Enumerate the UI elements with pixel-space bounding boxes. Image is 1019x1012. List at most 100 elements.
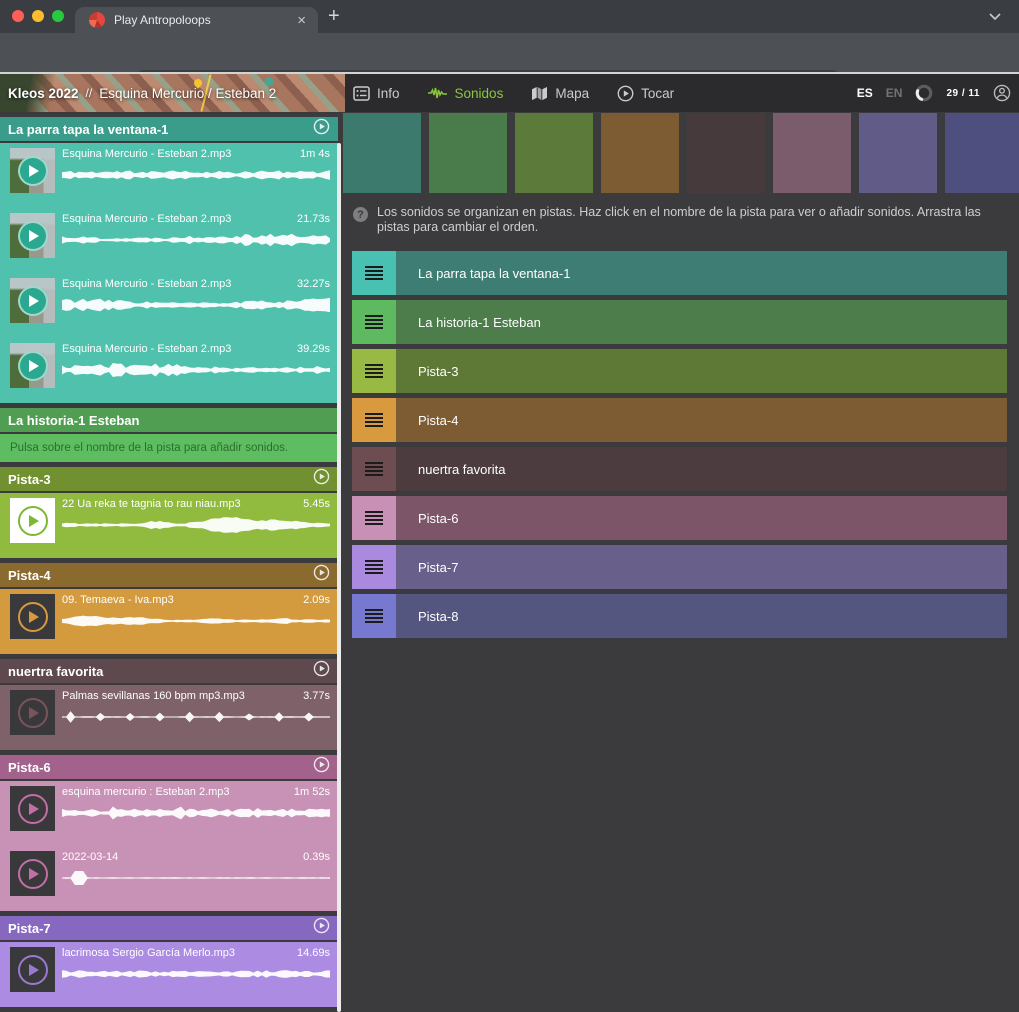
clip-play-button[interactable]	[10, 213, 55, 258]
drag-handle[interactable]	[352, 251, 396, 295]
clip-thumbnail	[10, 851, 55, 896]
clip-play-button[interactable]	[10, 148, 55, 193]
clip-play-button[interactable]	[10, 786, 55, 831]
breadcrumb-project[interactable]: Kleos 2022	[8, 86, 79, 101]
track-row-body[interactable]: Pista-6	[396, 496, 1007, 540]
drag-handle-icon	[365, 266, 383, 280]
waveform	[62, 295, 330, 315]
clip-play-button[interactable]	[10, 343, 55, 388]
audio-clip[interactable]: esquina mercurio : Esteban 2.mp31m 52s	[0, 781, 338, 846]
drag-handle[interactable]	[352, 496, 396, 540]
tab-info[interactable]: Info	[353, 86, 400, 101]
drag-handle-icon	[365, 315, 383, 329]
clip-play-button[interactable]	[10, 690, 55, 735]
audio-clip[interactable]: Esquina Mercurio - Esteban 2.mp321.73s	[0, 208, 338, 273]
play-circle-icon	[18, 351, 48, 381]
track-play-button[interactable]	[313, 118, 330, 140]
audio-clip[interactable]: 22 Ua reka te tagnia to rau niau.mp35.45…	[0, 493, 338, 558]
track-row-body[interactable]: Pista-8	[396, 594, 1007, 638]
project-cover-photo[interactable]: Kleos 2022 // Esquina Mercurio / Esteban…	[0, 74, 345, 112]
tab-close-icon[interactable]: ×	[295, 13, 308, 28]
drag-handle[interactable]	[352, 447, 396, 491]
track-header[interactable]: La historia-1 Esteban	[0, 408, 338, 432]
drag-handle[interactable]	[352, 349, 396, 393]
browser-tab[interactable]: Play Antropoloops ×	[75, 7, 318, 33]
track-row[interactable]: Pista-6	[352, 496, 1007, 540]
clip-duration: 21.73s	[297, 213, 330, 225]
clip-play-button[interactable]	[10, 498, 55, 543]
clip-header: Esquina Mercurio - Esteban 2.mp332.27s	[62, 278, 330, 290]
drag-handle-icon	[365, 609, 383, 623]
audio-clip[interactable]: 09. Temaeva - Iva.mp32.09s	[0, 589, 338, 654]
language-en[interactable]: EN	[886, 86, 903, 100]
sidebar-scrollbar[interactable]	[337, 143, 341, 1012]
breadcrumb-separator: //	[86, 86, 93, 100]
clip-header: 09. Temaeva - Iva.mp32.09s	[62, 594, 330, 606]
clip-thumbnail	[10, 786, 55, 831]
drag-handle[interactable]	[352, 594, 396, 638]
track-header[interactable]: Pista-3	[0, 467, 338, 491]
audio-clip[interactable]: 2022-03-140.39s	[0, 846, 338, 911]
clip-title: esquina mercurio : Esteban 2.mp3	[62, 786, 230, 798]
track-play-icon	[313, 564, 330, 581]
minimize-window-button[interactable]	[32, 10, 44, 22]
track-row-body[interactable]: La historia-1 Esteban	[396, 300, 1007, 344]
track-row[interactable]: Pista-3	[352, 349, 1007, 393]
audio-clip[interactable]: Esquina Mercurio - Esteban 2.mp339.29s	[0, 338, 338, 403]
audio-clip[interactable]: Palmas sevillanas 160 bpm mp3.mp33.77s	[0, 685, 338, 750]
track-row[interactable]: Pista-8	[352, 594, 1007, 638]
track-header[interactable]: Pista-7	[0, 916, 338, 940]
track-row[interactable]: Pista-7	[352, 545, 1007, 589]
track-play-button[interactable]	[313, 917, 330, 939]
track-row-body[interactable]: nuertra favorita	[396, 447, 1007, 491]
track-row-body[interactable]: La parra tapa la ventana-1	[396, 251, 1007, 295]
track-row[interactable]: La historia-1 Esteban	[352, 300, 1007, 344]
play-triangle-icon	[29, 295, 39, 307]
clip-play-button[interactable]	[10, 851, 55, 896]
track-header[interactable]: Pista-4	[0, 563, 338, 587]
drag-handle[interactable]	[352, 300, 396, 344]
audio-clip[interactable]: Esquina Mercurio - Esteban 2.mp332.27s	[0, 273, 338, 338]
clip-play-button[interactable]	[10, 947, 55, 992]
track-play-button[interactable]	[313, 756, 330, 778]
audio-clip[interactable]: lacrimosa Sergio García Merlo.mp314.69s	[0, 942, 338, 1007]
track-row-body[interactable]: Pista-3	[396, 349, 1007, 393]
close-window-button[interactable]	[12, 10, 24, 22]
clip-header: Esquina Mercurio - Esteban 2.mp31m 4s	[62, 148, 330, 160]
sidebar-track-section: La parra tapa la ventana-1 Esquina Mercur…	[0, 117, 338, 403]
track-row[interactable]: nuertra favorita	[352, 447, 1007, 491]
fullscreen-window-button[interactable]	[52, 10, 64, 22]
track-row-body[interactable]: Pista-7	[396, 545, 1007, 589]
track-header[interactable]: nuertra favorita	[0, 659, 338, 683]
clip-header: esquina mercurio : Esteban 2.mp31m 52s	[62, 786, 330, 798]
track-header[interactable]: La parra tapa la ventana-1	[0, 117, 338, 141]
clip-list: Palmas sevillanas 160 bpm mp3.mp33.77s	[0, 685, 338, 750]
track-name: La historia-1 Esteban	[8, 413, 330, 428]
track-play-button[interactable]	[313, 564, 330, 586]
track-row-body[interactable]: Pista-4	[396, 398, 1007, 442]
header-right-controls: ES EN 29 / 11	[857, 74, 1011, 112]
track-name: Pista-4	[8, 568, 313, 583]
clip-play-button[interactable]	[10, 278, 55, 323]
track-play-button[interactable]	[313, 468, 330, 490]
track-play-button[interactable]	[313, 660, 330, 682]
language-es[interactable]: ES	[857, 86, 873, 100]
app-tab-bar: Info Sonidos Mapa	[353, 74, 674, 112]
drag-handle[interactable]	[352, 398, 396, 442]
tab-tocar[interactable]: Tocar	[617, 85, 674, 102]
profile-icon[interactable]	[993, 84, 1011, 102]
track-row[interactable]: Pista-4	[352, 398, 1007, 442]
tab-sonidos[interactable]: Sonidos	[428, 86, 504, 101]
tab-search-chevron-icon[interactable]	[989, 12, 1001, 20]
drag-handle[interactable]	[352, 545, 396, 589]
clip-play-button[interactable]	[10, 594, 55, 639]
tab-mapa[interactable]: Mapa	[531, 86, 589, 101]
clip-duration: 0.39s	[303, 851, 330, 863]
track-header[interactable]: Pista-6	[0, 755, 338, 779]
waveform	[62, 868, 330, 888]
track-row[interactable]: La parra tapa la ventana-1	[352, 251, 1007, 295]
new-tab-button[interactable]: +	[328, 6, 340, 26]
audio-clip[interactable]: Esquina Mercurio - Esteban 2.mp31m 4s	[0, 143, 338, 208]
clip-title: Esquina Mercurio - Esteban 2.mp3	[62, 148, 231, 160]
breadcrumb: Kleos 2022 // Esquina Mercurio / Esteban…	[8, 74, 276, 112]
